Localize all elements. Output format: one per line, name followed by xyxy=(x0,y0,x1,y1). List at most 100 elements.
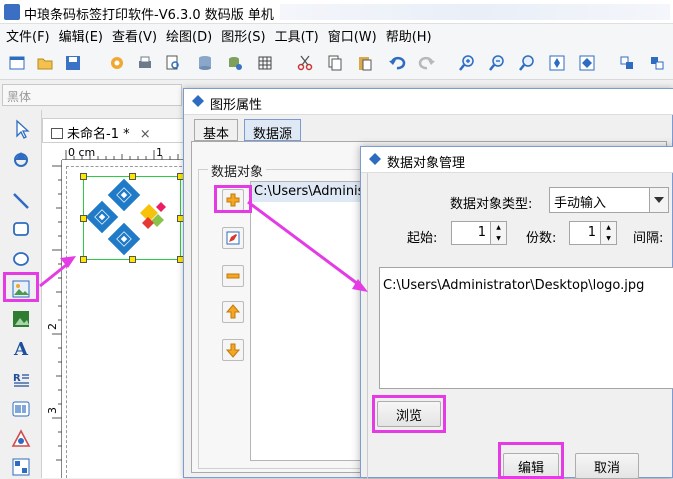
menu-tools[interactable]: 工具(T) xyxy=(275,26,319,45)
menu-edit[interactable]: 编辑(E) xyxy=(59,26,103,45)
toolbar xyxy=(0,46,673,80)
menu-shape[interactable]: 图形(S) xyxy=(221,26,265,45)
graphic-properties-titlebar: 图形属性 xyxy=(184,89,673,115)
interval-label: 间隔: xyxy=(633,231,664,246)
menu-view[interactable]: 查看(V) xyxy=(112,26,157,45)
move-up-button[interactable] xyxy=(222,301,244,323)
document-icon xyxy=(51,128,63,139)
database-connect-icon[interactable] xyxy=(226,54,244,72)
new-document-icon[interactable] xyxy=(8,54,26,72)
print-icon[interactable] xyxy=(136,54,154,72)
copies-stepper[interactable]: 1 ▲ ▼ xyxy=(569,221,617,245)
data-object-manager-dialog: 数据对象管理 数据对象类型: 手动输入 起始: 1 ▲ ▼ 份数: 1 ▲ ▼ 间隔… xyxy=(360,146,673,479)
barcode-tool-icon[interactable] xyxy=(10,398,32,420)
copy-icon[interactable] xyxy=(326,54,344,72)
title-bar: 中琅条码标签打印软件-V6.3.0 数码版 单机 xyxy=(0,0,673,24)
zoom-out-icon[interactable] xyxy=(488,54,506,72)
move-down-button[interactable] xyxy=(222,339,244,361)
settings-gear-icon[interactable] xyxy=(108,54,126,72)
save-icon[interactable] xyxy=(64,54,82,72)
image-tool-highlight xyxy=(3,272,39,302)
resize-handle-bottom-left[interactable] xyxy=(80,256,87,263)
top-ruler: 0 cm 1 xyxy=(62,146,187,160)
chevron-down-icon[interactable] xyxy=(649,188,668,212)
left-ruler: 2 3 xyxy=(46,160,62,478)
document-tab[interactable]: 未命名-1 * × xyxy=(42,118,187,142)
grid-icon[interactable] xyxy=(256,54,274,72)
logo-image xyxy=(85,178,166,256)
undo-icon[interactable] xyxy=(388,54,406,72)
zoom-actual-icon[interactable] xyxy=(518,54,536,72)
fit-page-icon[interactable] xyxy=(548,54,566,72)
zoom-in-icon[interactable] xyxy=(458,54,476,72)
open-folder-icon[interactable] xyxy=(36,54,54,72)
print-preview-icon[interactable] xyxy=(164,54,182,72)
ruler-unit-label: 0 cm xyxy=(68,146,96,159)
ellipse-tool-icon[interactable] xyxy=(10,248,32,270)
data-objects-label: 数据对象 xyxy=(208,161,267,180)
menu-bar: 文件(F) 编辑(E) 查看(V) 绘图(D) 图形(S) 工具(T) 窗口(W… xyxy=(0,24,673,46)
align-icon[interactable] xyxy=(618,54,636,72)
font-bar: 黑体 xyxy=(0,80,185,110)
graphic-properties-title: 图形属性 xyxy=(210,98,263,113)
add-button-highlight xyxy=(214,185,252,213)
edit-data-object-button[interactable] xyxy=(222,227,244,249)
stepper-arrows[interactable]: ▲ ▼ xyxy=(600,222,616,244)
logo-image-object[interactable] xyxy=(80,173,184,263)
database-icon[interactable] xyxy=(196,54,214,72)
data-type-label: 数据对象类型: xyxy=(450,197,533,212)
rectangle-tool-icon[interactable] xyxy=(10,218,32,240)
resize-handle-left[interactable] xyxy=(80,215,87,222)
ruler-left-label-3: 3 xyxy=(46,407,59,414)
app-icon xyxy=(4,4,20,20)
edit-button-highlight xyxy=(498,442,564,479)
line-tool-icon[interactable] xyxy=(10,190,32,212)
rotate-tool-icon[interactable] xyxy=(10,148,32,170)
cut-icon[interactable] xyxy=(296,54,314,72)
menu-draw[interactable]: 绘图(D) xyxy=(166,26,212,45)
start-stepper[interactable]: 1 ▲ ▼ xyxy=(451,221,507,245)
paste-icon[interactable] xyxy=(356,54,374,72)
resize-handle-top[interactable] xyxy=(129,173,136,180)
tab-basic[interactable]: 基本 xyxy=(194,119,239,142)
menu-help[interactable]: 帮助(H) xyxy=(386,26,432,45)
window-title: 中琅条码标签打印软件-V6.3.0 数码版 单机 xyxy=(24,8,274,23)
dialog-app-icon xyxy=(369,153,381,165)
pointer-tool-icon[interactable] xyxy=(10,118,32,140)
text-tool-icon[interactable]: A xyxy=(10,338,32,360)
ruler-left-label-2: 2 xyxy=(46,323,59,330)
data-value-textarea[interactable]: C:\Users\Administrator\Desktop\logo.jpg xyxy=(379,267,673,389)
qrcode-tool-icon[interactable] xyxy=(10,456,32,478)
resize-handle-bottom[interactable] xyxy=(129,256,136,263)
stepper-arrows[interactable]: ▲ ▼ xyxy=(490,222,506,244)
close-icon[interactable]: × xyxy=(140,127,151,142)
data-object-manager-titlebar: 数据对象管理 xyxy=(361,147,673,173)
dialog-app-icon xyxy=(192,95,204,107)
start-value: 1 xyxy=(477,225,486,240)
copies-value: 1 xyxy=(587,225,596,240)
rich-text-tool-icon[interactable]: R xyxy=(10,368,32,390)
group-icon[interactable] xyxy=(648,54,666,72)
pencil-icon xyxy=(226,231,240,245)
title-bar-background xyxy=(280,4,670,20)
font-name-select[interactable]: 黑体 xyxy=(2,84,182,106)
ruler-top-label-1: 1 xyxy=(156,146,163,159)
browse-button-highlight xyxy=(372,395,446,433)
menu-window[interactable]: 窗口(W) xyxy=(328,26,377,45)
document-tab-label: 未命名-1 * xyxy=(67,127,130,142)
copies-label: 份数: xyxy=(526,231,557,246)
start-label: 起始: xyxy=(407,231,438,246)
remove-data-object-button[interactable] xyxy=(222,265,244,287)
svg-text:R: R xyxy=(13,373,21,384)
redo-icon[interactable] xyxy=(418,54,436,72)
left-ruler-ticks xyxy=(52,165,62,461)
minus-icon xyxy=(226,273,240,279)
fit-width-icon[interactable] xyxy=(578,54,596,72)
tab-datasource[interactable]: 数据源 xyxy=(244,119,302,142)
data-object-manager-title: 数据对象管理 xyxy=(387,156,466,171)
cancel-button[interactable]: 取消 xyxy=(575,453,639,479)
picture-tool-icon[interactable] xyxy=(10,308,32,330)
resize-handle-top-left[interactable] xyxy=(80,173,87,180)
shape-tool-icon[interactable] xyxy=(10,428,32,450)
menu-file[interactable]: 文件(F) xyxy=(6,26,50,45)
